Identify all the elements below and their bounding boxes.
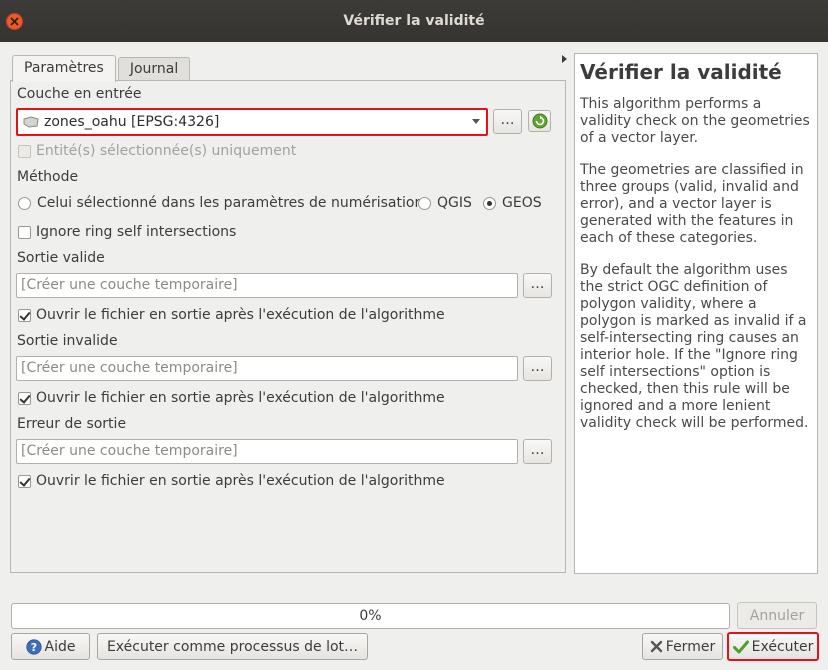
close-button-label: Fermer [665,638,716,655]
input-layer-label: Couche en entrée [17,86,142,102]
method-radio-qgis[interactable] [418,197,431,210]
progress-bar: 0% [11,603,730,629]
help-button-label: Aide [44,638,76,655]
valid-output-field[interactable]: [Créer une couche temporaire] [16,273,518,298]
close-button[interactable]: Fermer [642,633,723,660]
input-layer-browse-button[interactable]: … [493,109,522,134]
method-radio-digitizing[interactable] [18,197,31,210]
error-output-label: Erreur de sortie [17,416,127,432]
tab-journal[interactable]: Journal [117,57,191,81]
error-output-field[interactable]: [Créer une couche temporaire] [16,439,518,464]
run-button-label: Exécuter [751,638,814,655]
run-button[interactable]: Exécuter [727,632,819,661]
invalid-output-label: Sortie invalide [17,333,118,349]
refresh-icon [532,113,547,129]
error-output-open-checkbox[interactable] [18,475,31,488]
method-radio-geos[interactable] [483,197,496,210]
help-button[interactable]: ? Aide [11,633,90,660]
batch-process-button[interactable]: Exécuter comme processus de lot… [97,633,368,660]
collapse-help-arrow-icon[interactable] [562,55,567,63]
svg-text:?: ? [30,641,36,654]
method-label: Méthode [17,169,79,185]
title-bar: Vérifier la validité [0,0,828,42]
tab-parametres[interactable]: Paramètres [12,55,116,82]
valid-output-open-checkbox[interactable] [18,309,31,322]
ignore-ring-label: Ignore ring self intersections [36,224,237,240]
method-radio-digitizing-label: Celui sélectionné dans les paramètres de… [37,195,424,211]
help-panel: Vérifier la validité This algorithm perf… [574,53,818,574]
valid-output-label: Sortie valide [17,250,105,266]
invalid-output-open-checkbox[interactable] [18,392,31,405]
valid-output-open-label: Ouvrir le fichier en sortie après l'exéc… [36,307,445,323]
error-output-open-label: Ouvrir le fichier en sortie après l'exéc… [36,473,445,489]
invalid-output-field[interactable]: [Créer une couche temporaire] [16,356,518,381]
selected-only-checkbox[interactable] [18,145,31,158]
method-radio-geos-label: GEOS [502,195,542,211]
window-title: Vérifier la validité [343,13,485,29]
help-paragraph: The geometries are classified in three g… [580,162,804,246]
invalid-output-browse-button[interactable]: … [523,356,552,381]
ignore-ring-checkbox[interactable] [18,226,31,239]
selected-only-label: Entité(s) sélectionnée(s) uniquement [36,143,297,159]
help-paragraph: This algorithm performs a validity check… [580,96,810,146]
polygon-layer-icon [23,116,39,128]
iterate-features-button[interactable] [528,110,551,132]
invalid-output-open-label: Ouvrir le fichier en sortie après l'exéc… [36,390,445,406]
input-layer-combobox[interactable]: zones_oahu [EPSG:4326] [16,108,488,136]
help-icon: ? [25,638,42,655]
help-title: Vérifier la validité [580,60,782,84]
cancel-button[interactable]: Annuler [737,602,817,629]
help-paragraph: By default the algorithm uses the strict… [580,262,809,431]
method-radio-qgis-label: QGIS [437,195,472,211]
input-layer-value: zones_oahu [EPSG:4326] [44,114,220,130]
valid-output-browse-button[interactable]: … [523,273,552,298]
close-x-icon [650,640,663,653]
tab-bar: Paramètres Journal [12,55,191,82]
error-output-browse-button[interactable]: … [523,439,552,464]
checkmark-icon [732,640,749,654]
dropdown-arrow-icon[interactable] [472,119,480,124]
